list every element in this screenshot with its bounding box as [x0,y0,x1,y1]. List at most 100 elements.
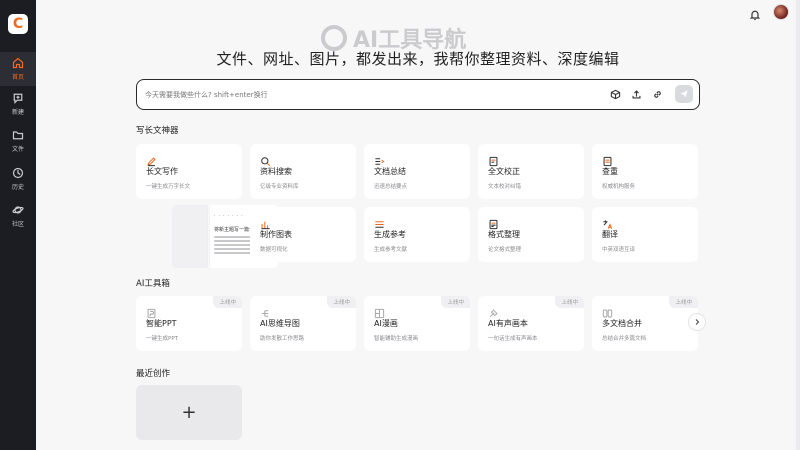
card-smart-ppt[interactable]: 上线中 智能PPT 一键生成PPT [136,296,242,351]
translate-icon [602,215,613,229]
chevron-right-icon [695,319,700,325]
audio-book-icon [488,304,499,318]
card-title: 多文档合并 [602,319,642,328]
comic-icon [374,304,385,319]
card-summary[interactable]: 文档总结 迅速总结要点 [364,144,470,199]
card-desc: 总结合并多篇文档 [602,336,647,342]
card-title: AI漫画 [374,319,398,328]
card-desc: 文本校对纠错 [488,184,522,190]
card-title: 查重 [602,167,618,176]
pen-icon [146,152,157,167]
sidebar-item-history[interactable]: 历史 [0,162,36,196]
card-audio-book[interactable]: 上线中 AI有声画本 一句话生成有声画本 [478,296,584,351]
card-translate[interactable]: 翻译 中英双语互译 [592,207,698,262]
folder-icon [12,131,24,140]
card-desc: 亿级专业资料库 [260,184,299,190]
new-creation-button[interactable]: + [136,385,242,440]
card-desc: 一句话生成有声画本 [488,336,538,342]
main-content: AI工具导航 文件、网址、图片，都发出来，我帮你整理资料、深度编辑 写长文神器 … [36,0,800,450]
card-desc: 智能辅助生成漫画 [374,336,419,342]
sidebar-item-new[interactable]: 新建 [0,87,36,121]
status-badge: 上线中 [441,296,470,308]
card-desc: 中英双语互译 [602,247,636,253]
status-badge: 上线中 [669,296,698,308]
sidebar-item-label: 社区 [11,221,24,228]
status-badge: 上线中 [327,296,356,308]
card-comic[interactable]: 上线中 AI漫画 智能辅助生成漫画 [364,296,470,351]
card-chart[interactable]: 制作图表 数据可视化 [250,207,356,262]
search-icon [260,152,271,166]
status-badge: 上线中 [213,296,242,308]
card-long-writing[interactable]: 长文写作 一键生成万字长文 [136,144,242,199]
card-title: 制作图表 [260,230,292,239]
card-title: AI有声画本 [488,319,528,328]
prompt-input[interactable] [145,87,585,103]
chart-icon [260,215,271,230]
section-title-ai-tools: AI工具箱 [136,279,170,289]
card-title: 翻译 [602,230,618,239]
logo-letter: C [12,16,24,32]
card-title: 文档总结 [374,167,406,176]
card-title: 生成参考 [374,230,406,239]
card-desc: 生成参考文献 [374,247,408,253]
card-plagiarism[interactable]: 查重 权威机构服务 [592,144,698,199]
card-reference[interactable]: 生成参考 生成参考文献 [364,207,470,262]
status-badge: 上线中 [555,296,584,308]
sidebar-item-label: 首页 [11,74,24,81]
send-button[interactable] [675,85,693,103]
card-proofread[interactable]: 全文校正 文本校对纠错 [478,144,584,199]
card-title: 智能PPT [146,319,177,328]
sidebar-item-label: 历史 [11,184,24,191]
page-headline: 文件、网址、图片，都发出来，我帮你整理资料、深度编辑 [216,50,620,68]
card-desc: 数据可视化 [260,247,288,253]
card-title: 长文写作 [146,167,178,176]
sidebar-item-home[interactable]: 首页 [0,52,36,86]
card-title: 格式整理 [488,230,520,239]
reference-icon [374,215,385,228]
planet-icon [12,206,24,214]
check-doc-icon [602,152,613,167]
card-title: 资料搜索 [260,167,292,176]
link-icon[interactable] [652,89,663,100]
bell-icon [749,10,761,21]
sidebar-item-files[interactable]: 文件 [0,124,36,158]
clock-icon [12,167,24,179]
scrollbar[interactable] [796,0,800,450]
mindmap-icon [260,304,271,317]
sidebar: C 首页 新建 文件 历史 社区 [0,0,36,450]
card-title: AI思维导图 [260,319,300,328]
section-title-recent: 最近创作 [136,369,171,379]
card-desc: 一键生成PPT [146,336,178,342]
avatar[interactable] [773,4,789,20]
merge-icon [602,304,613,318]
home-icon [12,57,24,69]
card-desc: 权威机构服务 [602,184,636,190]
upload-icon[interactable] [631,89,642,100]
card-mindmap[interactable]: 上线中 AI思维导图 助你发散工作思路 [250,296,356,351]
carousel-next-button[interactable] [688,313,706,331]
format-icon [488,215,499,230]
card-desc: 助你发散工作思路 [260,336,305,342]
card-merge-docs[interactable]: 上线中 多文档合并 总结合并多篇文档 [592,296,698,351]
proofread-icon [488,152,499,167]
section-title-writing: 写长文神器 [136,126,179,136]
plus-icon: + [181,402,197,423]
app-logo[interactable]: C [8,14,28,34]
card-desc: 一键生成万字长文 [146,184,191,190]
prompt-box [136,79,700,110]
card-search[interactable]: 资料搜索 亿级专业资料库 [250,144,356,199]
cube-icon[interactable] [610,89,621,100]
card-desc: 论文格式整理 [488,247,522,253]
list-icon [374,152,385,165]
sidebar-item-label: 文件 [11,146,24,153]
preview-sidebar [172,205,208,268]
sidebar-item-community[interactable]: 社区 [0,199,36,233]
card-title: 全文校正 [488,167,520,176]
notification-button[interactable] [749,6,763,21]
new-chat-icon [13,93,23,104]
card-desc: 迅速总结要点 [374,184,408,190]
ppt-icon [146,304,157,319]
card-format[interactable]: 格式整理 论文格式整理 [478,207,584,262]
sidebar-item-label: 新建 [11,109,24,116]
send-icon [680,90,688,98]
